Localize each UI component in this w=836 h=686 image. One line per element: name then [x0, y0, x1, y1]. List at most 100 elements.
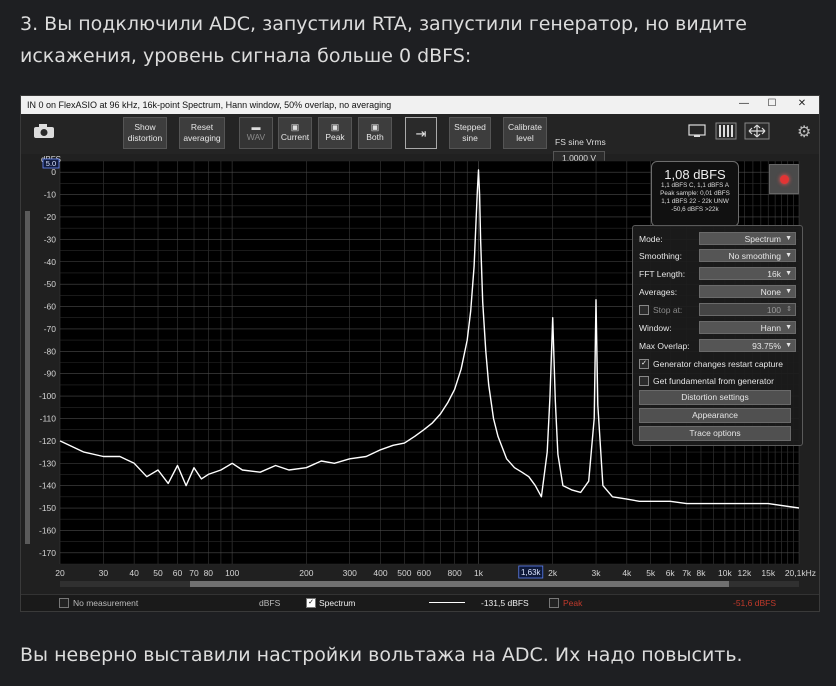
monitor-icon[interactable]: [685, 124, 709, 138]
y-tick-label: -160: [39, 525, 56, 535]
no-measurement-label: No measurement: [73, 598, 139, 608]
y-tick-label: -90: [44, 369, 57, 379]
averages-label: Averages:: [639, 287, 678, 297]
smoothing-row: Smoothing: No smoothing ▼: [639, 249, 796, 263]
x-tick-label: 60: [173, 568, 183, 578]
trace-options-button[interactable]: Trace options: [639, 426, 791, 441]
get-fundamental-label: Get fundamental from generator: [653, 376, 774, 386]
x-tick-label: 100: [225, 568, 239, 578]
x-tick-label: 30: [99, 568, 109, 578]
peak-button[interactable]: ▣ Peak: [318, 117, 352, 149]
window-titlebar: IN 0 on FlexASIO at 96 kHz, 16k-point Sp…: [21, 96, 819, 114]
x-tick-label: 500: [397, 568, 411, 578]
y-tick-label: -130: [39, 458, 56, 468]
mode-label: Mode:: [639, 234, 663, 244]
y-tick-label: -140: [39, 481, 56, 491]
import-button[interactable]: ⇥: [405, 117, 437, 149]
stop-at-stepper[interactable]: 100 ⇕: [699, 303, 796, 316]
current-button[interactable]: ▣ Current: [278, 117, 312, 149]
y-tick-label: -40: [44, 257, 57, 267]
y-tick-label: -70: [44, 324, 57, 334]
chevron-down-icon: ▼: [785, 270, 792, 277]
both-button[interactable]: ▣ Both: [358, 117, 392, 149]
x-tick-label: 3k: [592, 568, 602, 578]
chevron-down-icon: ▼: [785, 252, 792, 259]
fft-length-select[interactable]: 16k ▼: [699, 267, 796, 280]
level-readout: 1,08 dBFS 1,1 dBFS C, 1,1 dBFS A Peak sa…: [651, 161, 739, 227]
close-icon[interactable]: ✕: [791, 98, 813, 112]
x-tick-label: 8k: [696, 568, 706, 578]
x-tick-label: 300: [343, 568, 357, 578]
import-icon: ⇥: [415, 125, 427, 141]
smoothing-label: Smoothing:: [639, 251, 682, 261]
chevron-down-icon: ▼: [785, 235, 792, 242]
window-label: Window:: [639, 323, 672, 333]
reset-averaging-button[interactable]: Reset averaging: [179, 117, 225, 149]
x-tick-label: 6k: [666, 568, 676, 578]
max-overlap-label: Max Overlap:: [639, 341, 690, 351]
y-tick-label: -50: [44, 279, 57, 289]
peak-trace-label: Peak: [563, 598, 583, 608]
spectrum-trace-value: -131,5 dBFS: [481, 598, 529, 608]
y-tick-label: -10: [44, 190, 57, 200]
window-select[interactable]: Hann ▼: [699, 321, 796, 334]
spectrum-checkbox[interactable]: ✓: [306, 598, 316, 608]
scale-box-value: 5.0: [46, 159, 56, 168]
x-tick-label: 12k: [737, 568, 751, 578]
x-tick-label: 5k: [646, 568, 656, 578]
smoothing-select[interactable]: No smoothing ▼: [699, 249, 796, 262]
maximize-icon[interactable]: ☐: [761, 98, 783, 112]
window-row: Window: Hann ▼: [639, 321, 796, 335]
no-measurement-checkbox[interactable]: [59, 598, 69, 608]
x-tick-label: 80: [204, 568, 214, 578]
wav-button[interactable]: ▬ WAV: [239, 117, 273, 149]
distortion-settings-button[interactable]: Distortion settings: [639, 390, 791, 405]
minimize-icon[interactable]: —: [733, 98, 755, 112]
camera-icon[interactable]: [33, 123, 55, 139]
y-tick-label: -60: [44, 302, 57, 312]
y-tick-label: -170: [39, 548, 56, 558]
generator-restart-checkbox[interactable]: ✓: [639, 359, 649, 369]
page-footer: Вы неверно выставили настройки вольтажа …: [20, 644, 743, 666]
peak-checkbox[interactable]: [549, 598, 559, 608]
generator-restart-label: Generator changes restart capture: [653, 359, 783, 369]
averages-select[interactable]: None ▼: [699, 285, 796, 298]
page-heading: 3. Вы подключили ADC, запустили RTA, зап…: [20, 13, 747, 67]
chevron-down-icon: ▼: [785, 342, 792, 349]
max-overlap-row: Max Overlap: 93.75% ▼: [639, 339, 796, 353]
x-tick-label: 70: [189, 568, 199, 578]
peak-trace-value: -51,6 dBFS: [733, 598, 776, 608]
stepper-icon: ⇕: [786, 306, 792, 313]
x-tick-label: 50: [153, 568, 163, 578]
averages-row: Averages: None ▼: [639, 285, 796, 299]
fft-length-row: FFT Length: 16k ▼: [639, 267, 796, 281]
level-readout-line: Peak sample: 0,01 dBFS: [660, 190, 730, 197]
record-button[interactable]: [769, 164, 799, 194]
cursor-label: 1,63k: [521, 568, 542, 577]
y-tick-label: -30: [44, 234, 57, 244]
y-tick-label: -80: [44, 346, 57, 356]
x-tick-label: 600: [417, 568, 431, 578]
appearance-button[interactable]: Appearance: [639, 408, 791, 423]
x-tick-label: 2k: [548, 568, 558, 578]
rta-settings-panel: Mode: Spectrum ▼ Smoothing: No smoothing ▼…: [632, 225, 803, 446]
stepped-sine-button[interactable]: Stepped sine: [449, 117, 491, 149]
fullscreen-icon[interactable]: [744, 122, 770, 140]
mode-row: Mode: Spectrum ▼: [639, 232, 796, 246]
get-fundamental-checkbox[interactable]: [639, 376, 649, 386]
y-tick-label: -110: [40, 413, 57, 423]
status-bar: No measurement dBFS ✓ Spectrum -131,5 dB…: [21, 594, 819, 611]
fft-length-label: FFT Length:: [639, 269, 686, 279]
show-distortion-button[interactable]: Show distortion: [123, 117, 167, 149]
calibrate-level-button[interactable]: Calibrate level: [503, 117, 547, 149]
chevron-down-icon: ▼: [785, 288, 792, 295]
level-readout-main: 1,08 dBFS: [664, 167, 726, 182]
save-icon: ▣: [290, 122, 300, 132]
level-meter-icon[interactable]: [715, 122, 737, 140]
stop-at-checkbox[interactable]: [639, 305, 649, 315]
mode-select[interactable]: Spectrum ▼: [699, 232, 796, 245]
gear-icon[interactable]: ⚙: [797, 122, 811, 142]
y-tick-label: -150: [39, 503, 56, 513]
level-readout-line: 1,1 dBFS 22 - 22k UNW: [661, 198, 729, 205]
max-overlap-select[interactable]: 93.75% ▼: [699, 339, 796, 352]
